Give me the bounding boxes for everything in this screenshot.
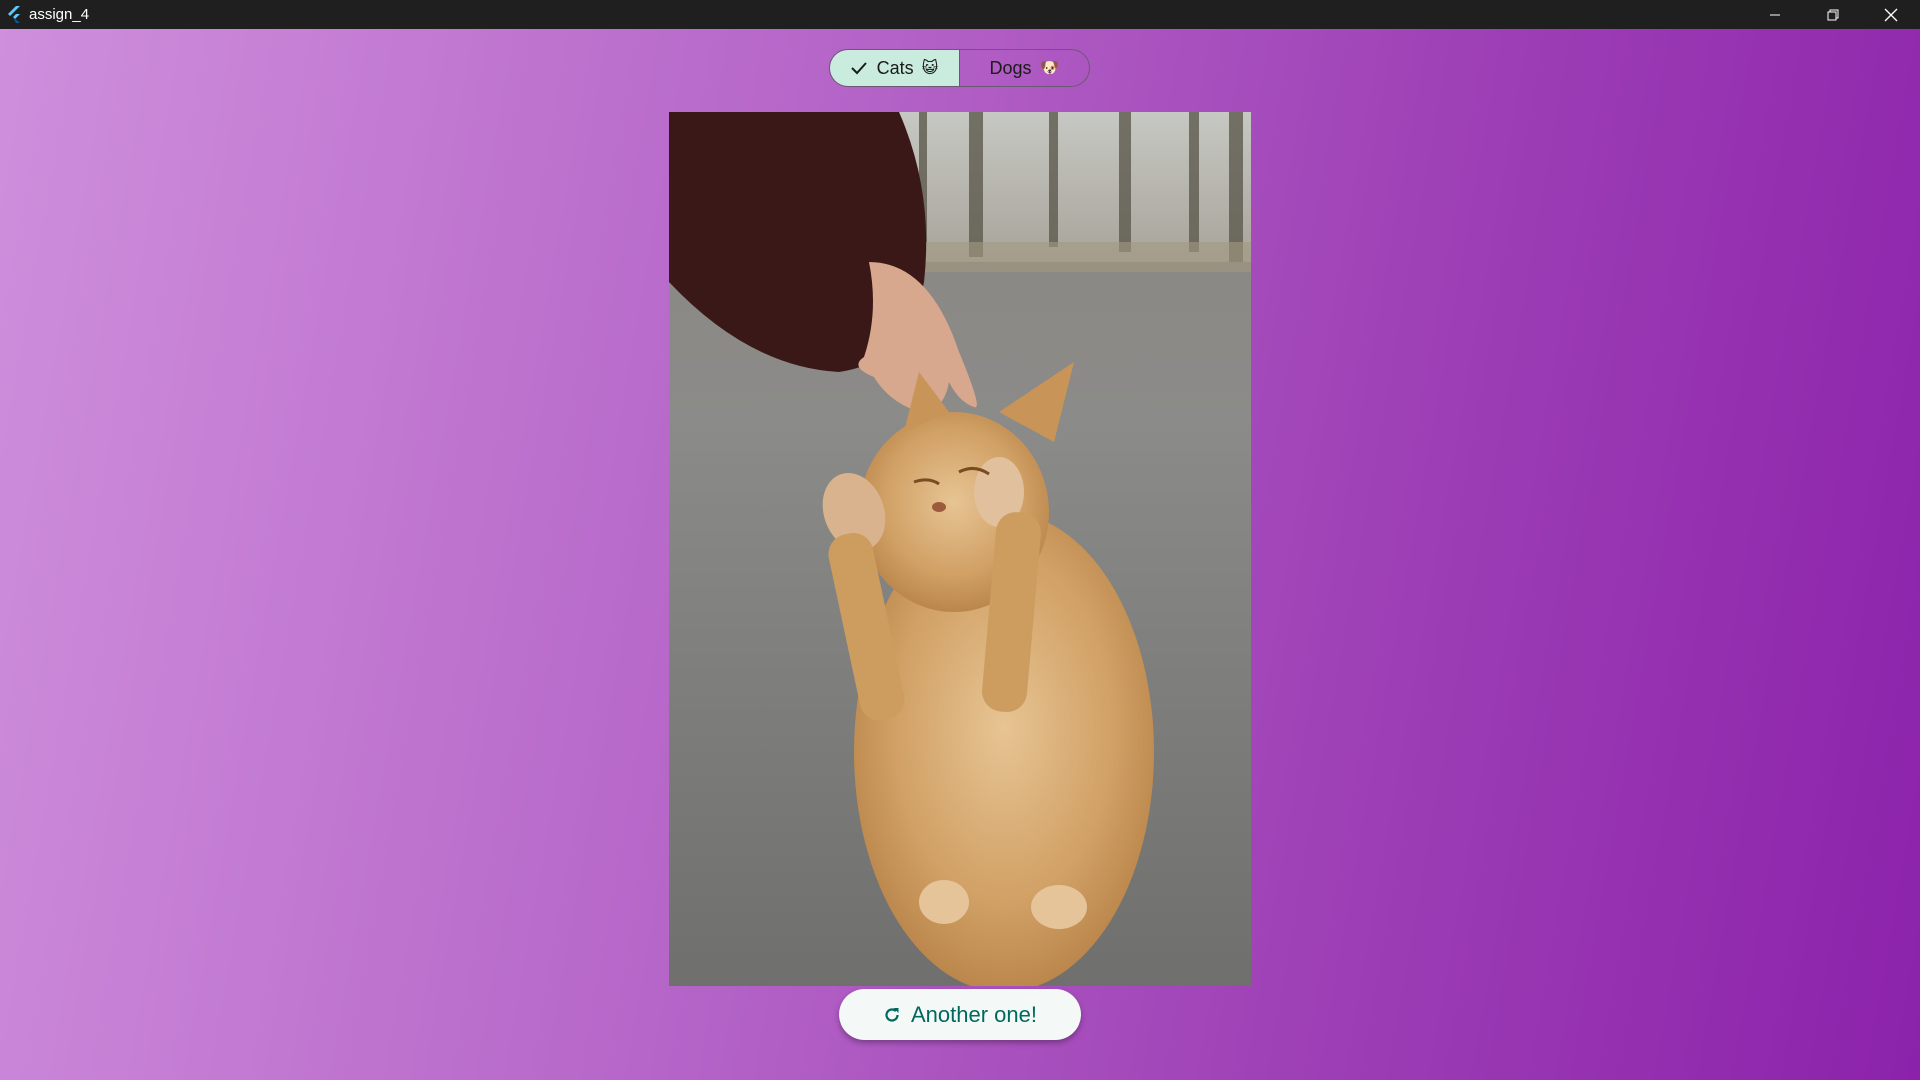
restore-icon [1827, 9, 1839, 20]
another-one-label: Another one! [911, 1001, 1037, 1027]
window-title: assign_4 [29, 6, 90, 23]
dogs-segment[interactable]: Dogs 🐶 [960, 50, 1089, 86]
close-button[interactable] [1862, 0, 1920, 29]
app-content: Cats 😺 Dogs 🐶 Another one! [0, 29, 1920, 1080]
minimize-icon [1770, 14, 1780, 15]
cats-label: Cats [876, 57, 914, 78]
check-icon [850, 61, 867, 75]
dog-emoji-icon: 🐶 [1039, 60, 1060, 77]
dogs-label: Dogs [989, 57, 1032, 78]
title-bar: assign_4 [0, 0, 1920, 29]
another-one-button[interactable]: Another one! [839, 989, 1081, 1040]
flutter-logo-icon [0, 0, 29, 29]
window-controls [1746, 0, 1920, 29]
restore-button[interactable] [1804, 0, 1862, 29]
cat-emoji-icon: 😺 [921, 60, 939, 77]
refresh-icon [883, 1006, 901, 1024]
pet-photo [669, 112, 1251, 986]
minimize-button[interactable] [1746, 0, 1804, 29]
pet-type-toggle: Cats 😺 Dogs 🐶 [829, 49, 1090, 87]
close-icon [1884, 8, 1898, 21]
cats-segment[interactable]: Cats 😺 [830, 50, 960, 86]
